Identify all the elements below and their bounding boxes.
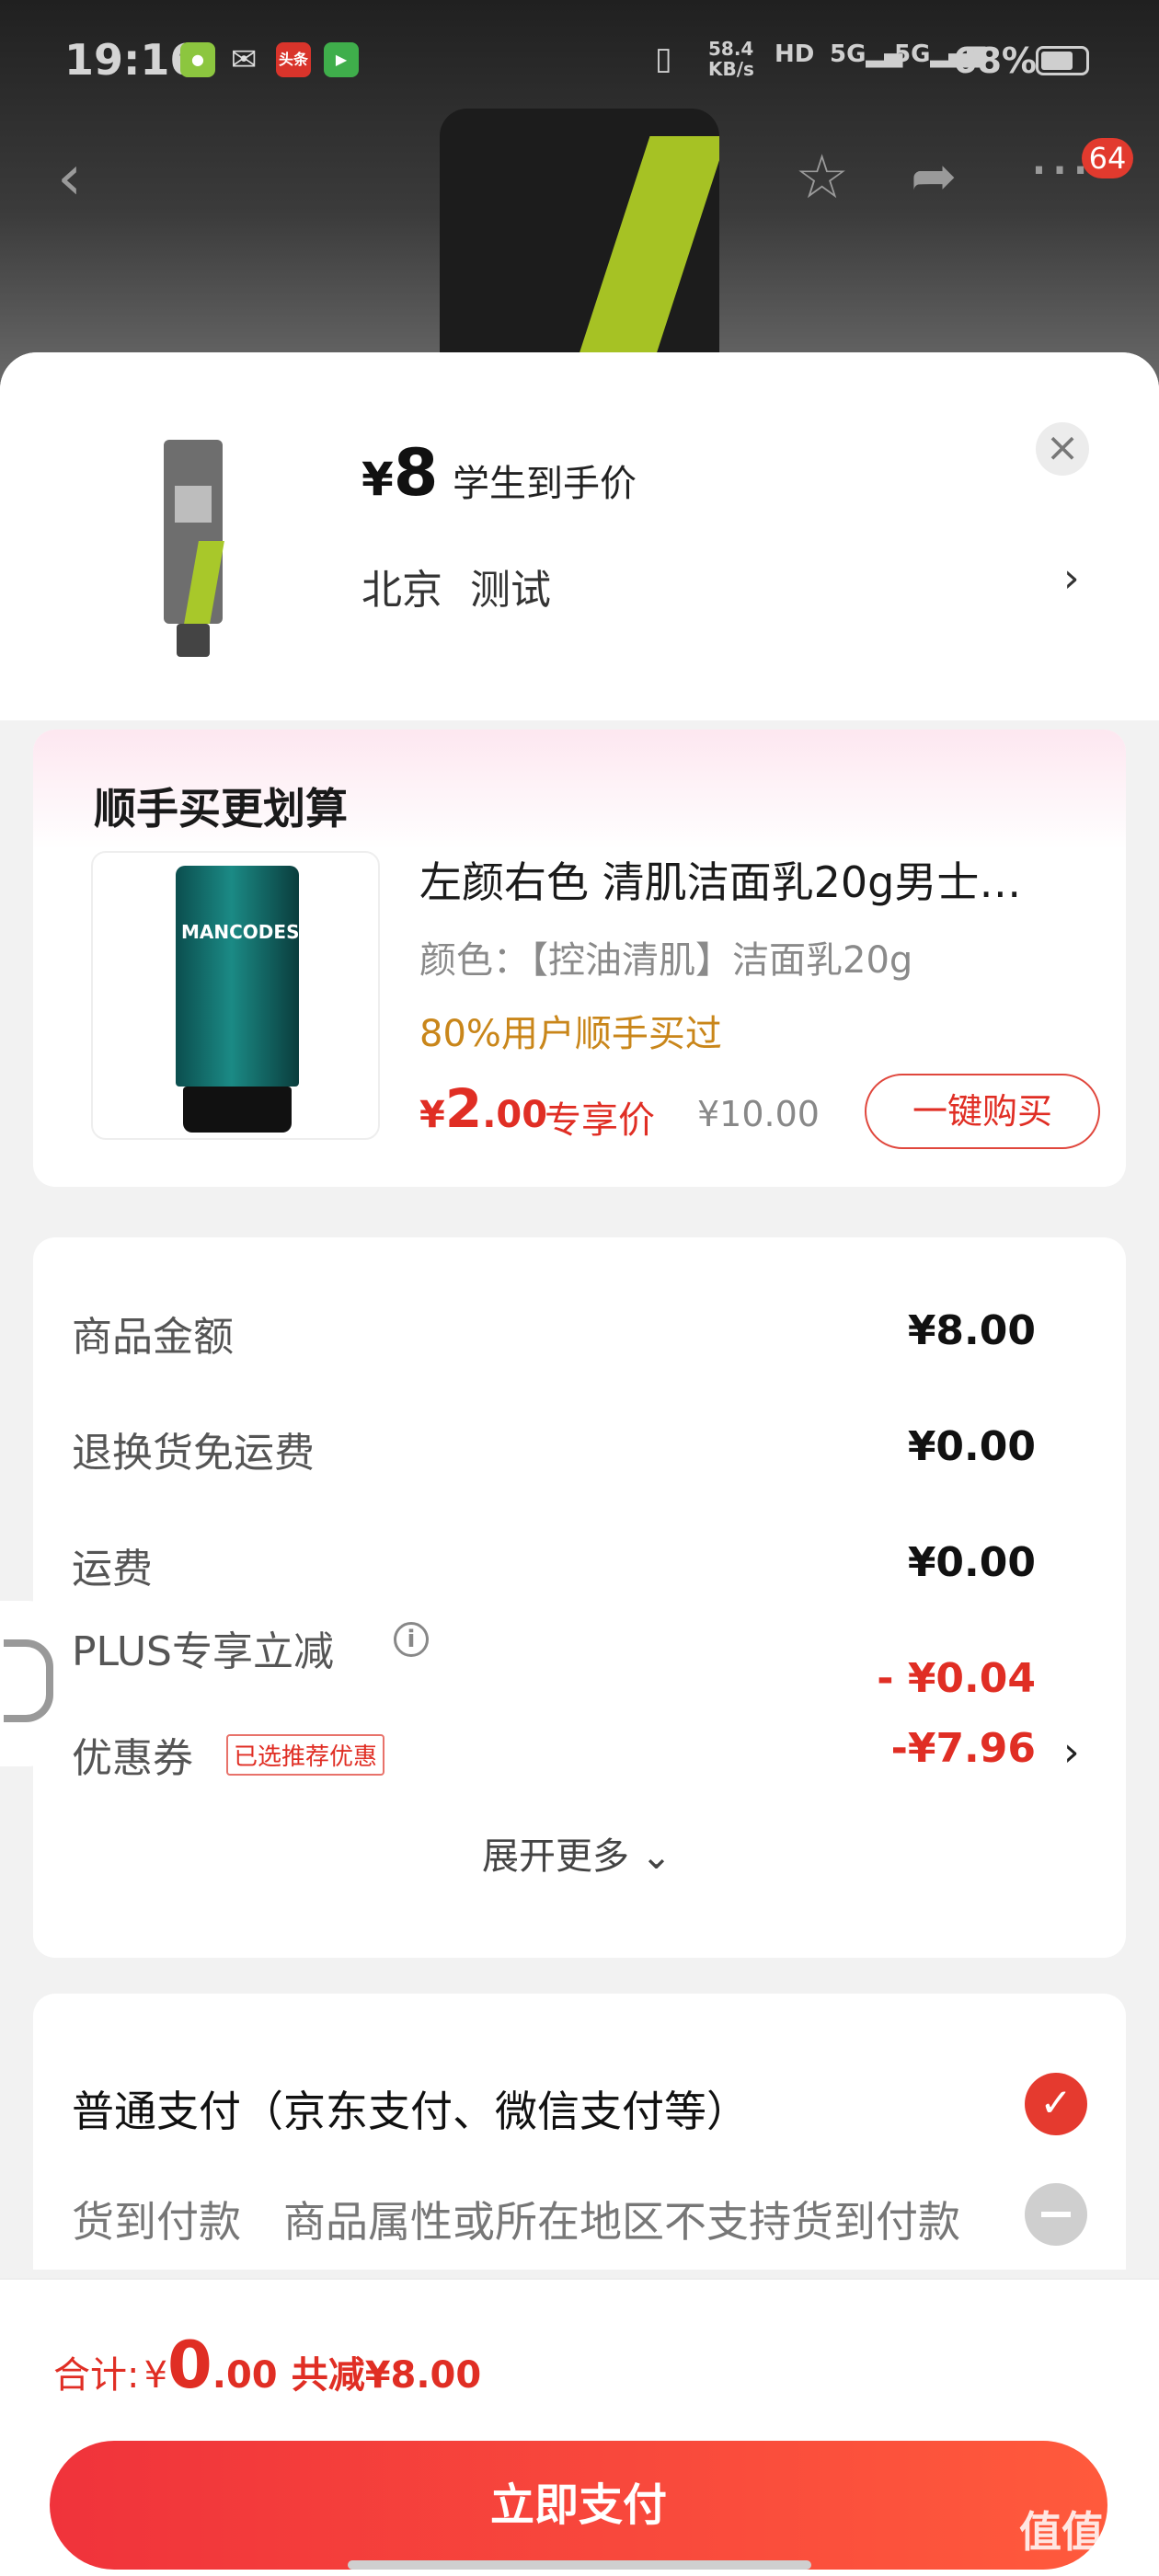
info-icon[interactable]: i (394, 1622, 429, 1657)
home-indicator[interactable] (348, 2560, 811, 2570)
cod-unavailable-note: 商品属性或所在地区不支持货到付款 (283, 2197, 960, 2247)
summary-label-coupon[interactable]: 优惠券 (72, 1725, 193, 1784)
upsell-spec: 颜色：【控油清肌】洁面乳20g (419, 939, 913, 982)
coupon-badge: 已选推荐优惠 (226, 1734, 385, 1776)
more-icon[interactable]: ⋯ (1028, 138, 1091, 201)
payment-option-normal[interactable]: 普通支付（京东支付、微信支付等） (72, 2078, 749, 2139)
signal-icon: 5G▂▄ (830, 40, 903, 68)
expand-more-button[interactable]: 展开更多 ⌄ (482, 1826, 671, 1880)
one-click-buy-button[interactable]: 一键购买 (865, 1074, 1100, 1149)
summary-label-plus-discount: PLUS专享立减 (72, 1628, 334, 1675)
summary-label-goods: 商品金额 (72, 1314, 234, 1361)
disabled-icon (1025, 2183, 1087, 2246)
message-badge: 64 (1082, 138, 1133, 178)
pay-now-button[interactable]: 立即支付 (50, 2441, 1107, 2570)
student-price: ¥8 (361, 435, 439, 511)
price-note: 学生到手价 (453, 463, 637, 505)
total-saved: 共减¥8.00 (291, 2354, 482, 2397)
checkout-sheet: ¥8 学生到手价 北京 测试 › × 顺手买更划算 MANCODES 左颜右色 … (0, 352, 1159, 2576)
product-thumbnail (156, 440, 230, 657)
close-button[interactable]: × (1036, 422, 1089, 476)
summary-value-shipping: ¥0.00 (907, 1539, 1036, 1586)
checkmark-icon[interactable]: ✓ (1025, 2073, 1087, 2135)
summary-value-goods: ¥8.00 (907, 1307, 1036, 1354)
summary-value-return-shipping: ¥0.00 (907, 1423, 1036, 1470)
upsell-title: 顺手买更划算 (94, 784, 348, 834)
upsell-original-price: ¥10.00 (697, 1094, 820, 1134)
price-summary-card: 商品金额 ¥8.00 退换货免运费 ¥0.00 运费 ¥0.00 PLUS专享立… (33, 1237, 1126, 1958)
share-icon[interactable]: ➦ (911, 149, 957, 204)
chevron-right-icon[interactable]: › (1063, 1729, 1080, 1776)
status-time: 19:16 (64, 35, 200, 85)
chevron-right-icon[interactable]: › (1063, 555, 1080, 602)
hd-icon: HD (775, 40, 815, 68)
upsell-popularity: 80%用户顺手买过 (419, 1013, 722, 1055)
wechat-icon: ✉ (230, 41, 258, 78)
sheet-header: ¥8 学生到手价 北京 测试 › × (0, 352, 1159, 720)
watermark: 值值值 (1019, 2507, 1146, 2557)
checkout-footer: 合计: ¥0.00 共减¥8.00 立即支付 (0, 2278, 1159, 2576)
summary-label-shipping: 运费 (72, 1546, 153, 1593)
delivery-address[interactable]: 北京 测试 (361, 557, 551, 615)
payment-method-card: 普通支付（京东支付、微信支付等） ✓ 货到付款 商品属性或所在地区不支持货到付款 (33, 1994, 1126, 2270)
battery-icon (1036, 46, 1089, 75)
status-bar: 19:16 ● ✉ 头条 ▶ ▯ 58.4 KB/s HD 5G▂▄ 5G▂▄▆… (0, 0, 1159, 120)
payment-option-cod: 货到付款 (72, 2197, 241, 2247)
upsell-product-name[interactable]: 左颜右色 清肌洁面乳20g男士… (419, 849, 1082, 910)
upsell-price-tag: 专享价 (545, 1099, 655, 1142)
battery-percent: 68% (953, 40, 1037, 81)
summary-label-return-shipping: 退换货免运费 (72, 1430, 315, 1477)
order-total: 合计: ¥0.00 共减¥8.00 (53, 2328, 482, 2403)
summary-value-plus-discount: - ¥0.04 (877, 1655, 1036, 1702)
back-icon[interactable]: ‹ (57, 147, 82, 210)
floating-side-tab[interactable] (0, 1601, 64, 1766)
net-speed: 58.4 KB/s (708, 38, 754, 80)
vibrate-icon: ▯ (655, 40, 672, 77)
summary-value-coupon[interactable]: -¥7.96 (891, 1725, 1036, 1772)
upsell-product-image[interactable]: MANCODES (91, 851, 380, 1140)
upsell-price: ¥2.00 (419, 1077, 548, 1140)
top-nav: ‹ ☆ ➦ ⋯ (0, 138, 1159, 230)
toutiao-icon: 头条 (276, 42, 311, 77)
video-app-icon: ▶ (324, 42, 359, 77)
app-notification-icon: ● (180, 42, 215, 77)
upsell-card: 顺手买更划算 MANCODES 左颜右色 清肌洁面乳20g男士… 颜色：【控油清… (33, 730, 1126, 1187)
favorite-icon[interactable]: ☆ (795, 147, 849, 208)
